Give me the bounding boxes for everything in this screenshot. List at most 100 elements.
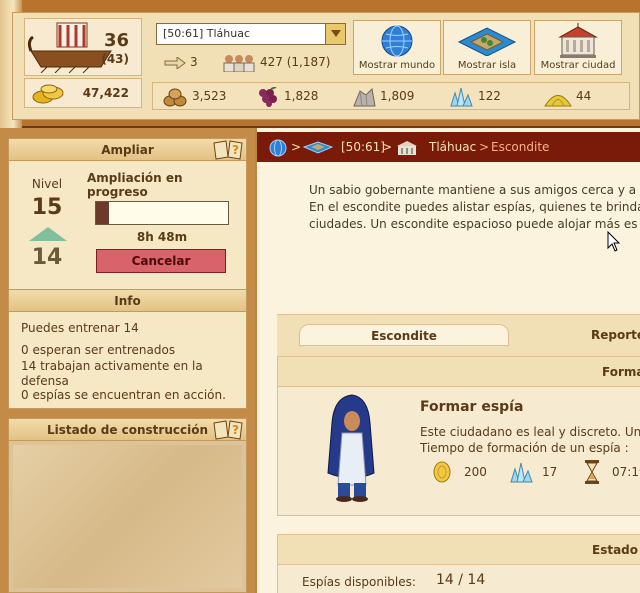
crystal-icon	[450, 87, 473, 106]
upgrade-progress-fill	[96, 202, 110, 224]
train-title: Formar espía	[420, 399, 524, 415]
show-city-label: Mostrar ciudad	[540, 60, 616, 71]
level-label: Nivel	[31, 177, 63, 191]
upgrade-panel: Ampliar ? Nivel 15 14 Ampliación en prog…	[8, 138, 247, 290]
build-list-header: Listado de construcción ?	[9, 419, 246, 441]
train-time: 07:19	[612, 465, 640, 479]
citizens: 427 (1,187)	[222, 50, 330, 74]
upgrade-title: Ampliar	[101, 143, 154, 157]
gold-amount: 47,422	[82, 86, 129, 100]
mouse-cursor-icon	[607, 231, 621, 252]
info-title: Info	[114, 294, 141, 308]
train-cost-crystal: 17	[542, 465, 558, 479]
arrow-right-icon	[164, 56, 186, 69]
description: Un sabio gobernante mantiene a sus amigo…	[309, 182, 640, 233]
train-desc: Este ciudadano es leal y discreto. Un	[420, 425, 640, 439]
description-line: En el escondite puedes alistar espías, q…	[309, 200, 640, 214]
spies-label: Espías disponibles:	[302, 575, 416, 589]
citizens-value: 427 (1,187)	[260, 55, 331, 69]
upgrade-time-left: 8h 48m	[136, 230, 188, 244]
sulfur-value: 44	[576, 89, 592, 103]
train-card-header: Forma	[278, 357, 640, 387]
sulfur-icon	[544, 94, 572, 106]
status-section-title: Estado d	[592, 543, 640, 557]
svg-text:?: ?	[232, 143, 239, 157]
status-card-header: Estado d	[278, 535, 640, 565]
breadcrumb-sep: >	[479, 140, 490, 154]
tab-hideout[interactable]: Escondite	[299, 324, 509, 346]
description-line: ciudades. Un escondite espacioso puede a…	[309, 217, 638, 231]
city-select[interactable]: [50:61] Tláhuac	[156, 23, 346, 45]
train-section-title: Forma	[602, 365, 640, 379]
help-book-icon[interactable]: ?	[212, 137, 244, 161]
breadcrumb-city[interactable]: Tláhuac	[429, 132, 476, 162]
status-card: Estado d Espías disponibles: 14 / 14	[277, 534, 640, 593]
wood-value: 3,523	[192, 89, 227, 103]
build-list-panel: Listado de construcción ?	[8, 418, 247, 593]
info-waiting: 0 esperan ser entrenados	[21, 343, 176, 357]
crystal-value: 122	[478, 89, 501, 103]
level-current: 15	[31, 195, 63, 220]
citizens-icon	[223, 54, 255, 72]
train-cost-gold: 200	[464, 465, 487, 479]
grapes-icon	[259, 86, 277, 107]
info-in-action: 0 espías se encuentran en acción.	[21, 388, 226, 402]
info-defense: 14 trabajan activamente en la defensa	[21, 359, 203, 388]
spies-value: 14 / 14	[436, 572, 486, 588]
tab-report[interactable]: Reporte	[563, 324, 640, 346]
ships-available: 36	[103, 30, 129, 51]
resource-crystal[interactable]: 122	[448, 84, 501, 108]
city-select-value: [50:61] Tláhuac	[163, 27, 251, 40]
upgrade-header: Ampliar ?	[9, 139, 246, 161]
breadcrumb-sep: >	[291, 140, 302, 154]
city-icon[interactable]	[395, 140, 419, 156]
top-bar: 36 (43) 47,422 [50:61] Tláhuac 3 427 (1,…	[0, 0, 640, 128]
info-panel: Info Puedes entrenar 14 0 esperan ser en…	[8, 289, 247, 409]
resource-sulfur[interactable]: 44	[544, 84, 591, 108]
island-icon	[457, 27, 517, 57]
resource-wood[interactable]: 3,523	[162, 84, 226, 108]
show-island-button[interactable]: Mostrar isla	[443, 20, 531, 75]
sidebar: Ampliar ? Nivel 15 14 Ampliación en prog…	[0, 128, 255, 593]
game-window: { "header": { "ships_available": "36", "…	[0, 0, 640, 593]
crystal-icon	[510, 462, 533, 483]
breadcrumb-sep: >	[382, 140, 393, 154]
globe-icon[interactable]	[269, 139, 287, 157]
resource-marble[interactable]: 1,809	[352, 84, 414, 108]
marble-icon	[353, 87, 376, 106]
show-world-label: Mostrar mundo	[358, 60, 436, 71]
action-points-value: 3	[190, 55, 198, 69]
help-book-icon[interactable]: ?	[212, 417, 244, 441]
train-card: Forma Formar espía Este ciudadano es lea…	[277, 356, 640, 516]
build-list-title: Listado de construcción	[46, 423, 209, 437]
svg-text:?: ?	[232, 423, 239, 437]
wine-value: 1,828	[284, 89, 319, 103]
show-city-button[interactable]: Mostrar ciudad	[534, 20, 622, 75]
info-header: Info	[9, 290, 246, 312]
ships-box[interactable]: 36 (43)	[24, 18, 142, 76]
resource-wine[interactable]: 1,828	[256, 84, 318, 108]
gold-box[interactable]: 47,422	[24, 78, 142, 108]
level-previous: 14	[31, 245, 63, 270]
show-island-label: Mostrar isla	[457, 60, 517, 71]
action-points: 3	[164, 50, 198, 74]
show-world-button[interactable]: Mostrar mundo	[353, 20, 441, 75]
upgrade-progress-bar	[95, 201, 229, 225]
chevron-down-icon[interactable]	[325, 24, 345, 44]
ships-total: (43)	[101, 52, 129, 66]
city-icon	[558, 23, 598, 58]
breadcrumb-coords[interactable]: [50:61]	[341, 132, 385, 162]
main-content: > [50:61] > Tláhuac > Escondite Un sabio…	[255, 128, 640, 593]
gold-coin-icon	[433, 461, 451, 483]
globe-icon	[381, 25, 413, 57]
marble-value: 1,809	[380, 89, 415, 103]
spy-unit-icon	[327, 394, 375, 502]
description-line: Un sabio gobernante mantiene a sus amigo…	[309, 183, 640, 197]
breadcrumb: > [50:61] > Tláhuac > Escondite	[257, 132, 640, 162]
island-icon[interactable]	[303, 141, 333, 154]
upgrade-status: Ampliación en progreso	[87, 171, 183, 199]
breadcrumb-current: Escondite	[491, 140, 550, 154]
hourglass-icon	[585, 460, 599, 484]
cancel-button[interactable]: Cancelar	[96, 249, 226, 273]
level-up-arrow-icon	[29, 227, 67, 241]
